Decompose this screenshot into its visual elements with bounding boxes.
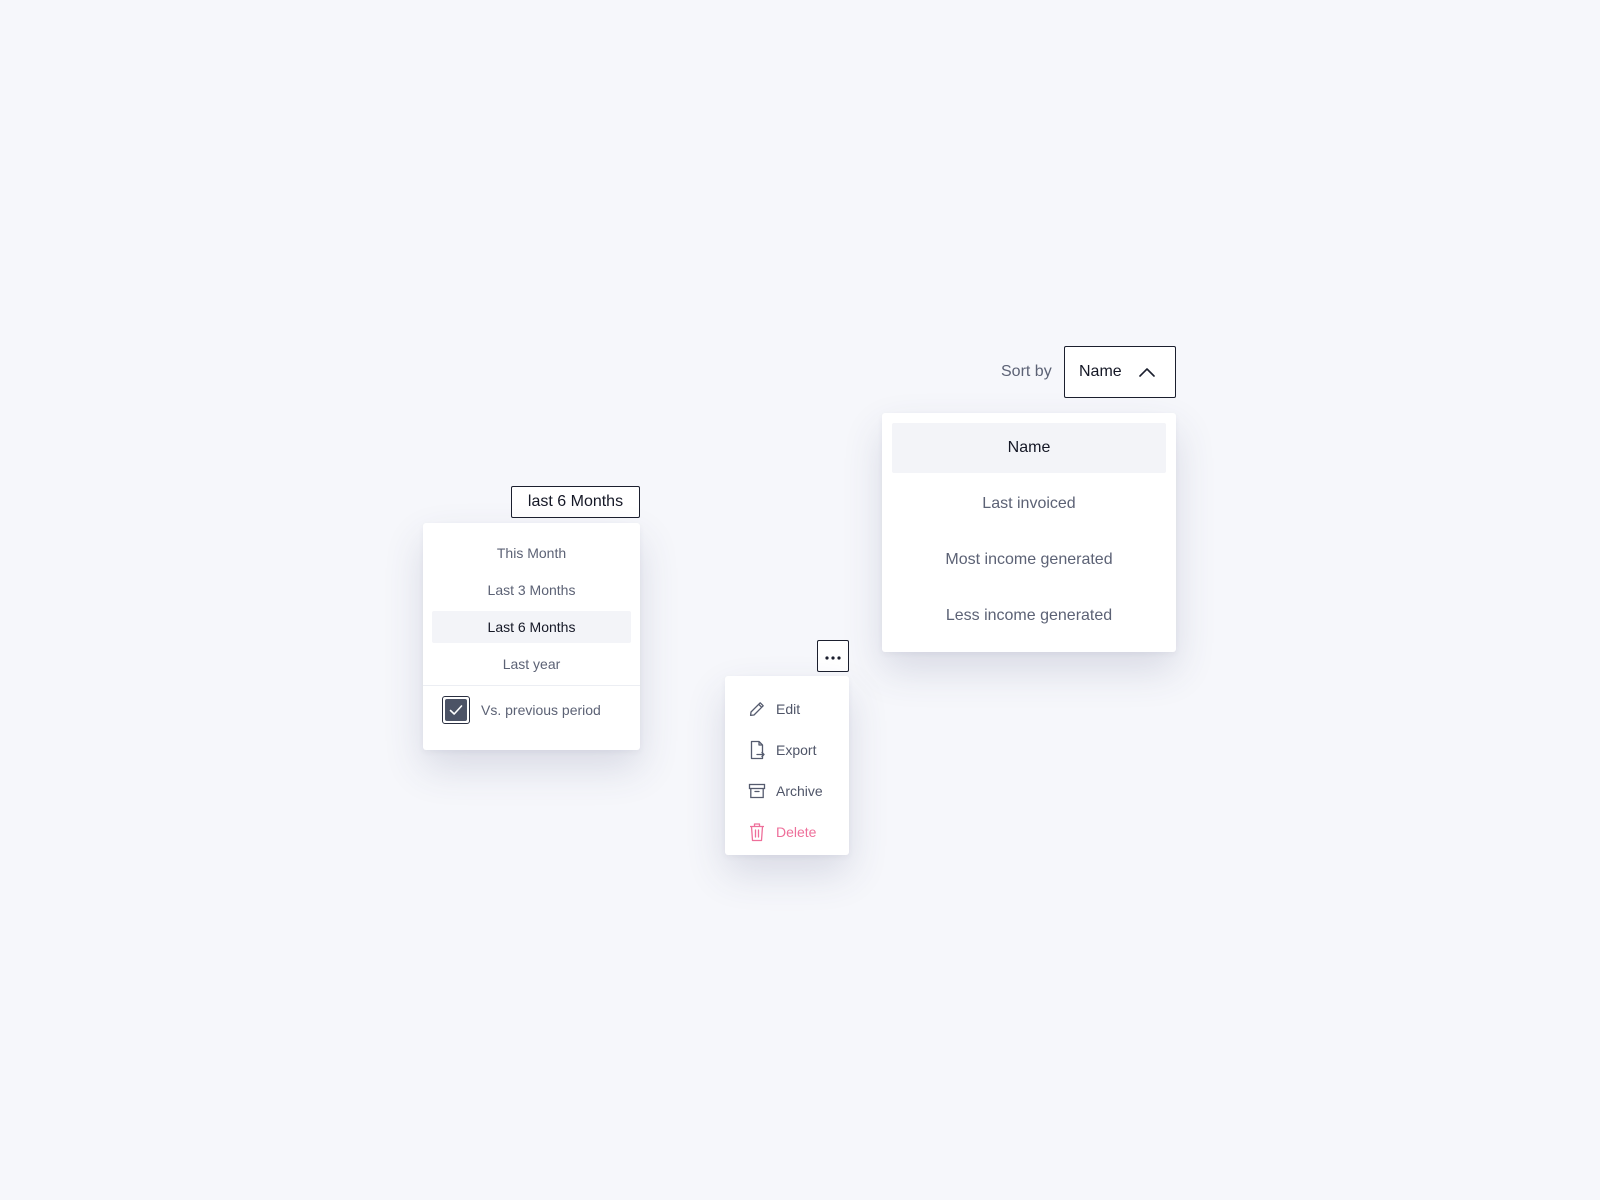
sort-selected-value: Name (1079, 363, 1122, 380)
file-export-icon (747, 740, 767, 760)
period-option-last-year[interactable]: Last year (432, 648, 631, 680)
sort-option-name[interactable]: Name (892, 423, 1166, 473)
chevron-up-icon (1138, 366, 1156, 378)
sort-option-last-invoiced[interactable]: Last invoiced (892, 479, 1166, 529)
more-horizontal-icon (825, 647, 841, 665)
edit-menu-item[interactable]: Edit (725, 688, 849, 729)
period-option-last-3-months[interactable]: Last 3 Months (432, 574, 631, 606)
archive-label: Archive (776, 782, 823, 799)
trash-icon (747, 822, 767, 842)
export-menu-item[interactable]: Export (725, 729, 849, 770)
period-option-this-month[interactable]: This Month (432, 537, 631, 569)
sort-by-label: Sort by (1001, 363, 1052, 380)
more-actions-button[interactable] (817, 640, 849, 672)
action-menu: Edit Export Archive Delete (725, 676, 849, 855)
sort-dropdown-menu: Name Last invoiced Most income generated… (882, 413, 1176, 652)
sort-option-less-income[interactable]: Less income generated (892, 591, 1166, 641)
sort-dropdown-trigger[interactable]: Name (1064, 346, 1176, 398)
compare-previous-period-row[interactable]: Vs. previous period (432, 686, 631, 734)
sort-option-most-income[interactable]: Most income generated (892, 535, 1166, 585)
export-label: Export (776, 741, 817, 758)
archive-box-icon (747, 781, 767, 801)
delete-menu-item[interactable]: Delete (725, 811, 849, 852)
period-dropdown-menu: This Month Last 3 Months Last 6 Months L… (423, 523, 640, 750)
compare-checkbox[interactable] (442, 696, 470, 724)
archive-menu-item[interactable]: Archive (725, 770, 849, 811)
delete-label: Delete (776, 823, 817, 840)
edit-label: Edit (776, 700, 801, 717)
pencil-icon (747, 699, 767, 719)
checkmark-icon (445, 699, 467, 721)
period-dropdown-trigger[interactable]: last 6 Months (511, 486, 640, 518)
period-option-last-6-months[interactable]: Last 6 Months (432, 611, 631, 643)
compare-label: Vs. previous period (481, 702, 601, 718)
